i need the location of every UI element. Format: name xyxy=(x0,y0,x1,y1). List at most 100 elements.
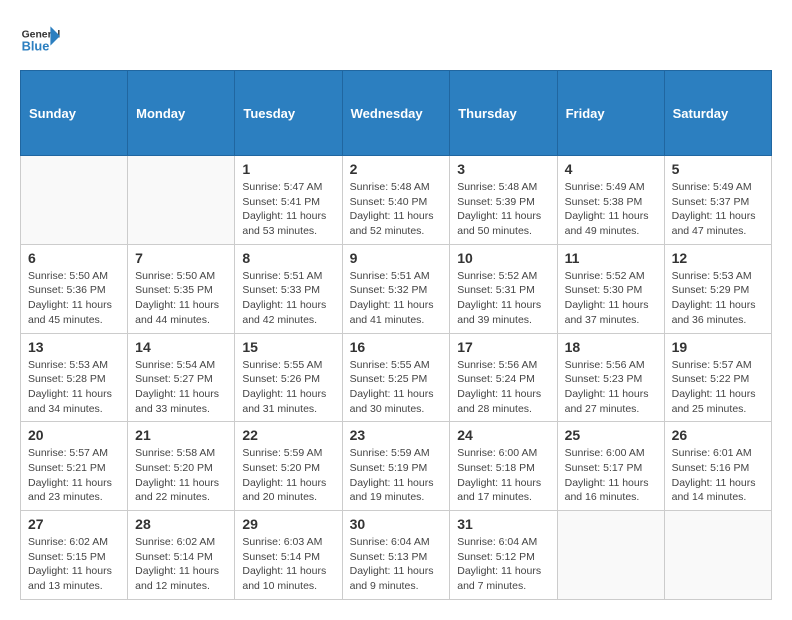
calendar-cell: 3 Sunrise: 5:48 AM Sunset: 5:39 PM Dayli… xyxy=(450,156,557,245)
day-info: Sunrise: 5:58 AM Sunset: 5:20 PM Dayligh… xyxy=(135,446,227,505)
calendar-week-row: 20 Sunrise: 5:57 AM Sunset: 5:21 PM Dayl… xyxy=(21,422,772,511)
logo-icon: General Blue xyxy=(20,20,60,60)
day-info: Sunrise: 5:53 AM Sunset: 5:28 PM Dayligh… xyxy=(28,358,120,417)
calendar-cell: 11 Sunrise: 5:52 AM Sunset: 5:30 PM Dayl… xyxy=(557,244,664,333)
day-number: 10 xyxy=(457,250,549,266)
calendar-cell: 30 Sunrise: 6:04 AM Sunset: 5:13 PM Dayl… xyxy=(342,511,450,600)
day-info: Sunrise: 5:59 AM Sunset: 5:19 PM Dayligh… xyxy=(350,446,443,505)
day-number: 1 xyxy=(242,161,334,177)
day-number: 29 xyxy=(242,516,334,532)
calendar-cell: 21 Sunrise: 5:58 AM Sunset: 5:20 PM Dayl… xyxy=(128,422,235,511)
weekday-header: Saturday xyxy=(664,71,771,156)
day-number: 31 xyxy=(457,516,549,532)
day-info: Sunrise: 6:04 AM Sunset: 5:13 PM Dayligh… xyxy=(350,535,443,594)
calendar-cell: 20 Sunrise: 5:57 AM Sunset: 5:21 PM Dayl… xyxy=(21,422,128,511)
day-info: Sunrise: 5:51 AM Sunset: 5:32 PM Dayligh… xyxy=(350,269,443,328)
day-info: Sunrise: 5:51 AM Sunset: 5:33 PM Dayligh… xyxy=(242,269,334,328)
calendar-cell: 25 Sunrise: 6:00 AM Sunset: 5:17 PM Dayl… xyxy=(557,422,664,511)
calendar-cell: 8 Sunrise: 5:51 AM Sunset: 5:33 PM Dayli… xyxy=(235,244,342,333)
calendar-cell: 23 Sunrise: 5:59 AM Sunset: 5:19 PM Dayl… xyxy=(342,422,450,511)
calendar-week-row: 27 Sunrise: 6:02 AM Sunset: 5:15 PM Dayl… xyxy=(21,511,772,600)
day-info: Sunrise: 6:01 AM Sunset: 5:16 PM Dayligh… xyxy=(672,446,764,505)
calendar-cell: 16 Sunrise: 5:55 AM Sunset: 5:25 PM Dayl… xyxy=(342,333,450,422)
day-number: 20 xyxy=(28,427,120,443)
calendar-cell: 10 Sunrise: 5:52 AM Sunset: 5:31 PM Dayl… xyxy=(450,244,557,333)
day-info: Sunrise: 6:00 AM Sunset: 5:18 PM Dayligh… xyxy=(457,446,549,505)
page-header: General Blue xyxy=(20,20,772,60)
calendar-cell: 6 Sunrise: 5:50 AM Sunset: 5:36 PM Dayli… xyxy=(21,244,128,333)
calendar-cell: 18 Sunrise: 5:56 AM Sunset: 5:23 PM Dayl… xyxy=(557,333,664,422)
day-info: Sunrise: 5:52 AM Sunset: 5:30 PM Dayligh… xyxy=(565,269,657,328)
day-info: Sunrise: 5:55 AM Sunset: 5:26 PM Dayligh… xyxy=(242,358,334,417)
day-number: 3 xyxy=(457,161,549,177)
day-number: 23 xyxy=(350,427,443,443)
day-number: 24 xyxy=(457,427,549,443)
calendar-week-row: 1 Sunrise: 5:47 AM Sunset: 5:41 PM Dayli… xyxy=(21,156,772,245)
day-number: 6 xyxy=(28,250,120,266)
weekday-header: Tuesday xyxy=(235,71,342,156)
day-info: Sunrise: 5:54 AM Sunset: 5:27 PM Dayligh… xyxy=(135,358,227,417)
day-info: Sunrise: 5:56 AM Sunset: 5:23 PM Dayligh… xyxy=(565,358,657,417)
day-number: 22 xyxy=(242,427,334,443)
day-info: Sunrise: 5:52 AM Sunset: 5:31 PM Dayligh… xyxy=(457,269,549,328)
logo: General Blue xyxy=(20,20,64,60)
svg-text:Blue: Blue xyxy=(22,38,50,53)
calendar-cell: 9 Sunrise: 5:51 AM Sunset: 5:32 PM Dayli… xyxy=(342,244,450,333)
calendar-cell xyxy=(664,511,771,600)
calendar-cell xyxy=(128,156,235,245)
day-number: 21 xyxy=(135,427,227,443)
day-number: 26 xyxy=(672,427,764,443)
day-info: Sunrise: 6:02 AM Sunset: 5:15 PM Dayligh… xyxy=(28,535,120,594)
calendar-cell xyxy=(557,511,664,600)
calendar-cell: 28 Sunrise: 6:02 AM Sunset: 5:14 PM Dayl… xyxy=(128,511,235,600)
day-number: 12 xyxy=(672,250,764,266)
day-number: 27 xyxy=(28,516,120,532)
day-info: Sunrise: 6:03 AM Sunset: 5:14 PM Dayligh… xyxy=(242,535,334,594)
day-info: Sunrise: 5:59 AM Sunset: 5:20 PM Dayligh… xyxy=(242,446,334,505)
day-number: 19 xyxy=(672,339,764,355)
calendar-cell: 15 Sunrise: 5:55 AM Sunset: 5:26 PM Dayl… xyxy=(235,333,342,422)
day-info: Sunrise: 5:49 AM Sunset: 5:37 PM Dayligh… xyxy=(672,180,764,239)
calendar-cell: 27 Sunrise: 6:02 AM Sunset: 5:15 PM Dayl… xyxy=(21,511,128,600)
calendar-table: SundayMondayTuesdayWednesdayThursdayFrid… xyxy=(20,70,772,600)
calendar-cell: 26 Sunrise: 6:01 AM Sunset: 5:16 PM Dayl… xyxy=(664,422,771,511)
day-number: 5 xyxy=(672,161,764,177)
calendar-cell xyxy=(21,156,128,245)
day-number: 8 xyxy=(242,250,334,266)
day-number: 28 xyxy=(135,516,227,532)
day-number: 13 xyxy=(28,339,120,355)
calendar-cell: 31 Sunrise: 6:04 AM Sunset: 5:12 PM Dayl… xyxy=(450,511,557,600)
weekday-header: Friday xyxy=(557,71,664,156)
calendar-week-row: 13 Sunrise: 5:53 AM Sunset: 5:28 PM Dayl… xyxy=(21,333,772,422)
day-number: 2 xyxy=(350,161,443,177)
day-info: Sunrise: 5:56 AM Sunset: 5:24 PM Dayligh… xyxy=(457,358,549,417)
day-number: 14 xyxy=(135,339,227,355)
calendar-cell: 4 Sunrise: 5:49 AM Sunset: 5:38 PM Dayli… xyxy=(557,156,664,245)
day-info: Sunrise: 6:02 AM Sunset: 5:14 PM Dayligh… xyxy=(135,535,227,594)
weekday-header: Sunday xyxy=(21,71,128,156)
day-info: Sunrise: 5:57 AM Sunset: 5:22 PM Dayligh… xyxy=(672,358,764,417)
day-number: 18 xyxy=(565,339,657,355)
weekday-header: Thursday xyxy=(450,71,557,156)
calendar-cell: 22 Sunrise: 5:59 AM Sunset: 5:20 PM Dayl… xyxy=(235,422,342,511)
calendar-cell: 13 Sunrise: 5:53 AM Sunset: 5:28 PM Dayl… xyxy=(21,333,128,422)
calendar-cell: 2 Sunrise: 5:48 AM Sunset: 5:40 PM Dayli… xyxy=(342,156,450,245)
day-info: Sunrise: 6:00 AM Sunset: 5:17 PM Dayligh… xyxy=(565,446,657,505)
calendar-cell: 12 Sunrise: 5:53 AM Sunset: 5:29 PM Dayl… xyxy=(664,244,771,333)
calendar-cell: 14 Sunrise: 5:54 AM Sunset: 5:27 PM Dayl… xyxy=(128,333,235,422)
calendar-cell: 24 Sunrise: 6:00 AM Sunset: 5:18 PM Dayl… xyxy=(450,422,557,511)
day-info: Sunrise: 5:53 AM Sunset: 5:29 PM Dayligh… xyxy=(672,269,764,328)
day-number: 7 xyxy=(135,250,227,266)
weekday-header: Wednesday xyxy=(342,71,450,156)
day-info: Sunrise: 5:47 AM Sunset: 5:41 PM Dayligh… xyxy=(242,180,334,239)
calendar-cell: 7 Sunrise: 5:50 AM Sunset: 5:35 PM Dayli… xyxy=(128,244,235,333)
day-info: Sunrise: 6:04 AM Sunset: 5:12 PM Dayligh… xyxy=(457,535,549,594)
day-number: 17 xyxy=(457,339,549,355)
day-number: 9 xyxy=(350,250,443,266)
calendar-cell: 1 Sunrise: 5:47 AM Sunset: 5:41 PM Dayli… xyxy=(235,156,342,245)
day-info: Sunrise: 5:48 AM Sunset: 5:39 PM Dayligh… xyxy=(457,180,549,239)
day-info: Sunrise: 5:49 AM Sunset: 5:38 PM Dayligh… xyxy=(565,180,657,239)
day-info: Sunrise: 5:57 AM Sunset: 5:21 PM Dayligh… xyxy=(28,446,120,505)
day-number: 11 xyxy=(565,250,657,266)
calendar-cell: 5 Sunrise: 5:49 AM Sunset: 5:37 PM Dayli… xyxy=(664,156,771,245)
